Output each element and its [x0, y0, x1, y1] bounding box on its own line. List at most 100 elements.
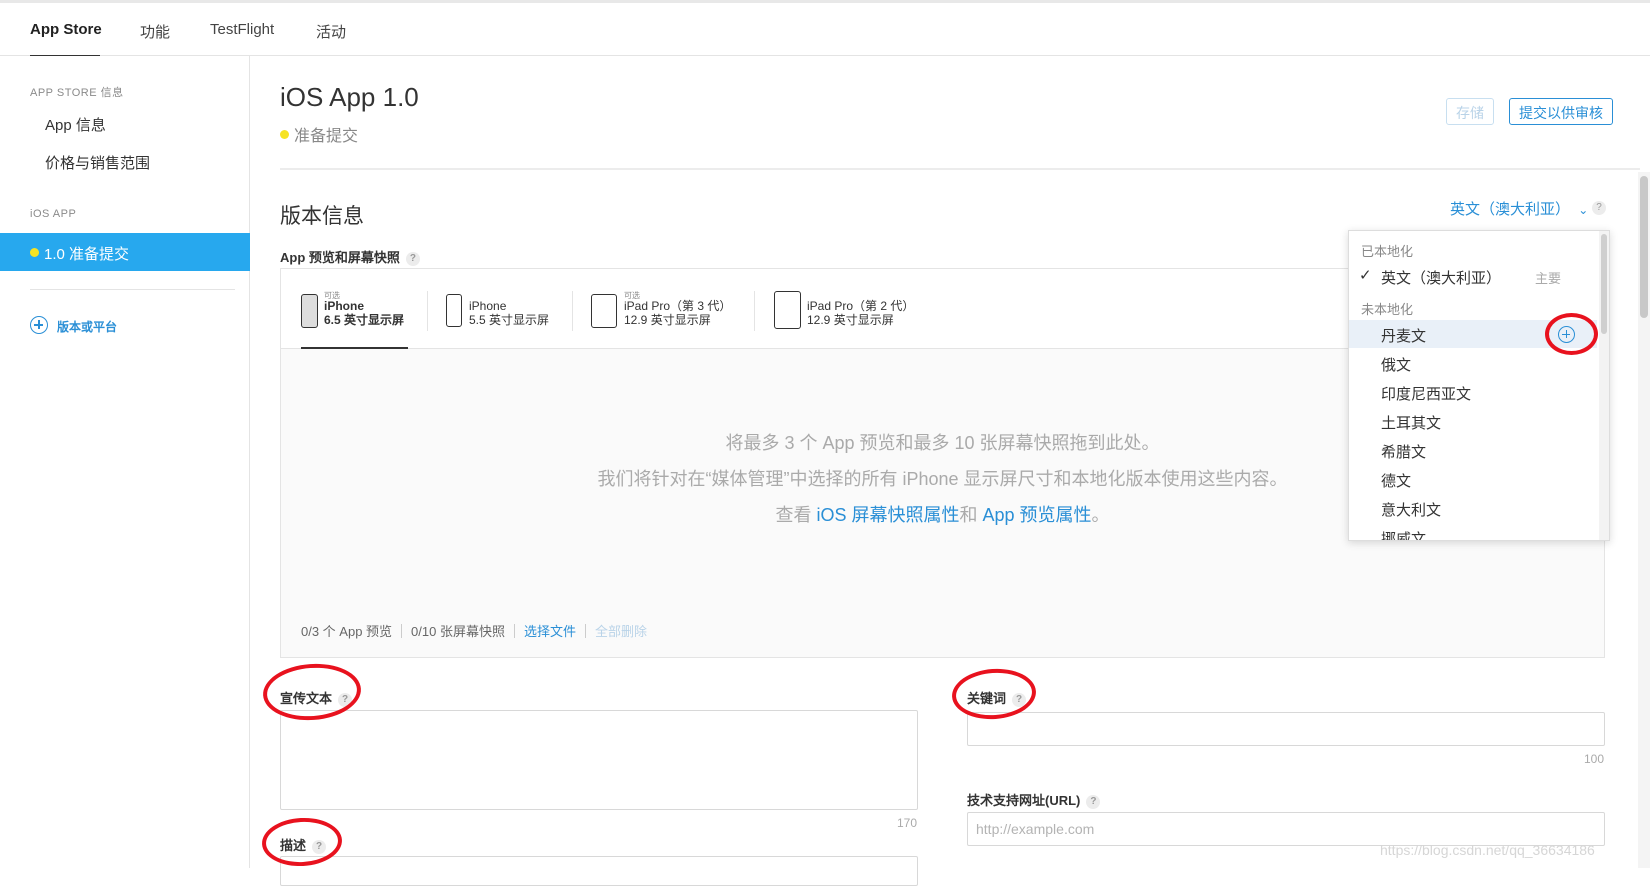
sidebar-item-pricing[interactable]: 价格与销售范围: [45, 152, 150, 173]
language-option-label: 俄文: [1381, 357, 1412, 374]
drop-text: 和: [959, 505, 983, 525]
media-label: App 预览和屏幕快照?: [280, 247, 420, 266]
plus-circle-icon: [30, 316, 48, 334]
tab-features[interactable]: 功能: [140, 21, 170, 42]
status-text: 准备提交: [294, 128, 359, 145]
iphone-icon: [301, 294, 318, 328]
language-help-icon[interactable]: ?: [1592, 201, 1606, 215]
device-name: iPad Pro（第 2 代）: [807, 299, 915, 313]
language-dropdown[interactable]: 已本地化 ✓ 英文（澳大利亚） 主要 未本地化 丹麦文 俄文 印度尼西亚文 土耳…: [1348, 230, 1610, 541]
device-tab-ipad-pro-3[interactable]: 可选 iPad Pro（第 3 代） 12.9 英寸显示屏: [591, 289, 741, 334]
device-tab-iphone-65[interactable]: 可选 iPhone 6.5 英寸显示屏: [301, 289, 416, 334]
keywords-input[interactable]: [967, 712, 1605, 746]
support-url-input[interactable]: [967, 812, 1605, 846]
device-optional: 可选: [324, 291, 340, 300]
media-footer: 0/3 个 App 预览 0/10 张屏幕快照 选择文件 全部删除: [301, 621, 647, 640]
device-optional: [469, 289, 549, 299]
device-size: 12.9 英寸显示屏: [807, 313, 894, 327]
ipad-icon: [774, 291, 801, 329]
sidebar-section-ios-app: iOS APP: [30, 208, 77, 220]
help-icon[interactable]: ?: [405, 252, 420, 266]
language-option-label: 德文: [1381, 473, 1412, 490]
language-option[interactable]: 德文: [1349, 465, 1597, 493]
device-tab-iphone-55[interactable]: iPhone 5.5 英寸显示屏: [446, 289, 566, 334]
language-select-value: 英文（澳大利亚）: [1450, 201, 1571, 218]
divider: [584, 624, 586, 638]
preview-properties-link[interactable]: App 预览属性: [983, 505, 1092, 525]
submit-for-review-button[interactable]: 提交以供审核: [1509, 98, 1613, 125]
language-option-label: 英文（澳大利亚）: [1381, 270, 1502, 287]
language-option-label: 丹麦文: [1381, 328, 1427, 345]
device-name: iPhone: [469, 299, 507, 313]
tab-app-store[interactable]: App Store: [30, 21, 102, 38]
language-option[interactable]: 意大利文: [1349, 494, 1597, 522]
promo-text-area[interactable]: [280, 710, 918, 810]
top-nav: App Store 功能 TestFlight 活动: [0, 0, 1650, 57]
device-size: 12.9 英寸显示屏: [624, 313, 711, 327]
device-tab-ipad-pro-2[interactable]: iPad Pro（第 2 代） 12.9 英寸显示屏: [774, 289, 924, 334]
keywords-counter: 100: [1584, 752, 1605, 766]
media-label-text: App 预览和屏幕快照: [280, 250, 400, 265]
add-version-label: 版本或平台: [57, 320, 118, 334]
drop-text: 查看: [775, 505, 817, 525]
status-line: 准备提交: [280, 122, 358, 146]
dropdown-scroll-thumb[interactable]: [1601, 234, 1607, 334]
language-option-selected[interactable]: ✓ 英文（澳大利亚） 主要: [1349, 262, 1597, 290]
screenshot-properties-link[interactable]: iOS 屏幕快照属性: [816, 505, 959, 525]
support-url-label: 技术支持网址(URL)?: [967, 790, 1101, 809]
sidebar-item-app-info[interactable]: App 信息: [45, 114, 106, 135]
divider: [401, 624, 403, 638]
divider: [513, 624, 515, 638]
annotation-circle-add-language: [1545, 313, 1598, 355]
device-size: 6.5 英寸显示屏: [324, 313, 405, 327]
localized-header: 已本地化: [1361, 244, 1414, 259]
tab-separator: [427, 291, 428, 331]
language-option[interactable]: 印度尼西亚文: [1349, 378, 1597, 406]
save-button[interactable]: 存储: [1446, 98, 1494, 125]
sidebar-item-version[interactable]: 1.0 准备提交: [0, 233, 250, 271]
page-scroll-thumb[interactable]: [1640, 176, 1648, 318]
tab-separator: [754, 291, 755, 331]
tab-separator: [572, 291, 573, 331]
section-title: 版本信息: [280, 205, 364, 228]
watermark: https://blog.csdn.net/qq_36634186: [1380, 842, 1595, 858]
sidebar-item-version-label: 1.0 准备提交: [44, 246, 130, 263]
language-option-label: 意大利文: [1381, 502, 1442, 519]
language-option[interactable]: 土耳其文: [1349, 407, 1597, 435]
language-option-label: 挪威文: [1381, 531, 1427, 541]
description-text-area[interactable]: [280, 856, 918, 886]
delete-all-link[interactable]: 全部删除: [595, 624, 647, 639]
checkmark-icon: ✓: [1359, 267, 1372, 284]
language-select[interactable]: 英文（澳大利亚） ⌄: [1450, 198, 1588, 219]
header-divider: [280, 168, 1640, 170]
language-option[interactable]: 挪威文: [1349, 523, 1597, 541]
preview-count: 0/3 个 App 预览: [301, 624, 393, 639]
tab-activity[interactable]: 活动: [316, 21, 346, 42]
language-option-label: 印度尼西亚文: [1381, 386, 1472, 403]
device-name: iPhone: [324, 299, 365, 313]
language-option[interactable]: 希腊文: [1349, 436, 1597, 464]
sidebar-divider: [30, 289, 235, 290]
device-optional: [807, 289, 914, 299]
promo-counter: 170: [897, 816, 918, 830]
device-size: 5.5 英寸显示屏: [469, 313, 550, 327]
status-dot-icon: [280, 130, 289, 139]
status-dot-icon: [30, 248, 39, 257]
unlocalized-header: 未本地化: [1361, 302, 1414, 317]
primary-tag: 主要: [1535, 271, 1562, 286]
device-optional: 可选: [624, 291, 640, 300]
language-option-label: 希腊文: [1381, 444, 1427, 461]
tab-testflight[interactable]: TestFlight: [210, 21, 274, 38]
active-device-underline: [301, 347, 408, 349]
screenshot-count: 0/10 张屏幕快照: [411, 624, 505, 639]
device-name: iPad Pro（第 3 代）: [624, 299, 732, 313]
sidebar: APP STORE 信息 App 信息 价格与销售范围 iOS APP 1.0 …: [0, 56, 250, 868]
help-icon[interactable]: ?: [1086, 795, 1101, 809]
ipad-icon: [591, 294, 617, 328]
chevron-down-icon: ⌄: [1578, 203, 1589, 217]
choose-file-link[interactable]: 选择文件: [524, 624, 576, 639]
support-url-label-text: 技术支持网址(URL): [967, 793, 1081, 808]
page-title: iOS App 1.0: [280, 82, 419, 112]
sidebar-section-app-store: APP STORE 信息: [30, 87, 124, 99]
language-option-label: 土耳其文: [1381, 415, 1442, 432]
